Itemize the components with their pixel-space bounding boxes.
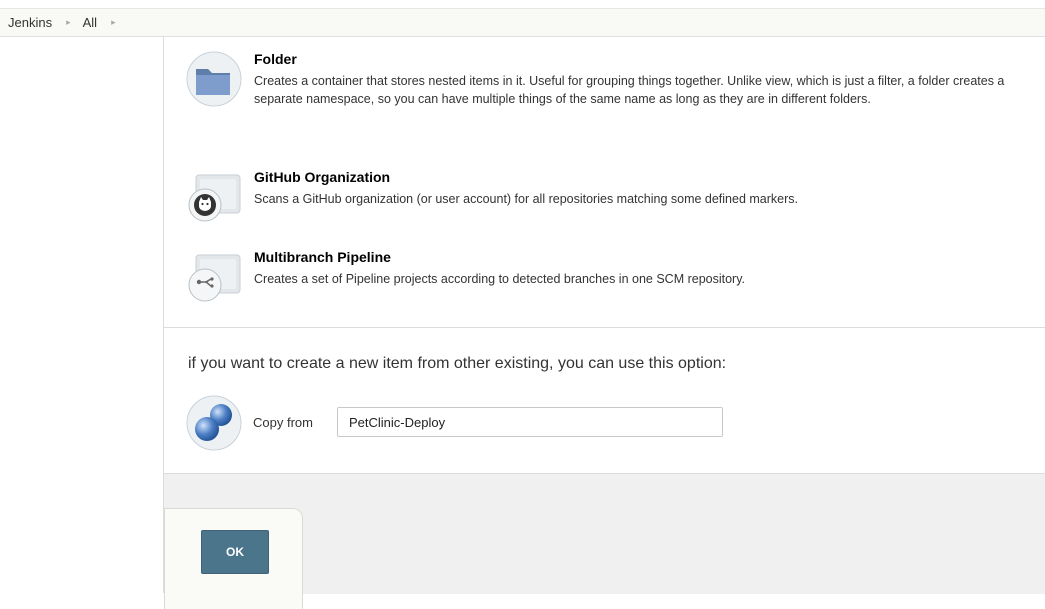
item-title: Folder — [254, 51, 297, 67]
top-strip — [0, 0, 1045, 9]
github-organization-icon — [188, 174, 241, 222]
copy-prompt: if you want to create a new item from ot… — [188, 355, 727, 372]
left-pane — [0, 37, 164, 593]
item-description: Creates a container that stores nested i… — [254, 74, 1005, 106]
item-title: Multibranch Pipeline — [254, 249, 391, 265]
item-description: Creates a set of Pipeline projects accor… — [254, 272, 746, 286]
breadcrumb-separator-icon[interactable]: ▸ — [97, 17, 128, 28]
copy-from-label: Copy from — [253, 415, 313, 430]
breadcrumb-item-all[interactable]: All — [83, 15, 97, 30]
multibranch-pipeline-icon — [188, 254, 241, 302]
copy-from-input[interactable] — [337, 407, 723, 437]
item-type-multibranch-pipeline[interactable]: Multibranch Pipeline Creates a set of Pi… — [186, 249, 1045, 309]
section-divider — [164, 327, 1045, 328]
item-type-folder[interactable]: Folder Creates a container that stores n… — [186, 51, 1045, 141]
ok-button[interactable]: OK — [201, 530, 269, 574]
item-title: GitHub Organization — [254, 169, 391, 185]
copy-item-icon — [186, 395, 242, 451]
breadcrumb: Jenkins ▸ All ▸ — [0, 9, 1045, 37]
new-item-main: Folder Creates a container that stores n… — [164, 37, 1045, 609]
breadcrumb-item-jenkins[interactable]: Jenkins — [0, 15, 52, 30]
folder-icon — [186, 51, 242, 107]
ok-button-panel: OK — [164, 508, 303, 609]
item-description: Scans a GitHub organization (or user acc… — [254, 192, 799, 206]
footer-bar: OK — [164, 473, 1045, 609]
breadcrumb-separator-icon[interactable]: ▸ — [52, 17, 83, 28]
item-type-github-organization[interactable]: GitHub Organization Scans a GitHub organ… — [186, 169, 1045, 229]
